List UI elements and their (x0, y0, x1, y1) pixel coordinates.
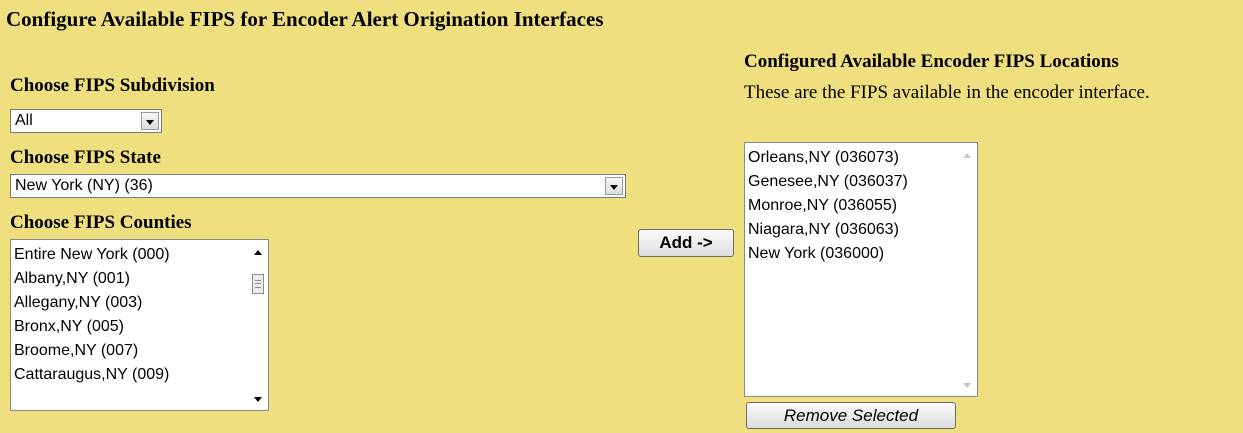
state-select[interactable]: New York (NY) (36) (10, 174, 626, 198)
configured-heading: Configured Available Encoder FIPS Locati… (744, 51, 1119, 72)
chevron-down-icon[interactable] (141, 112, 159, 130)
scroll-down-arrow-icon[interactable] (254, 397, 262, 402)
scroll-up-arrow-icon[interactable] (254, 250, 262, 255)
subdivision-label: Choose FIPS Subdivision (10, 75, 215, 96)
counties-label: Choose FIPS Counties (10, 212, 192, 233)
scrollbar-thumb[interactable] (252, 274, 264, 294)
chevron-down-icon[interactable] (605, 177, 623, 195)
page-title: Configure Available FIPS for Encoder Ale… (6, 7, 604, 31)
configured-list-item[interactable]: Genesee,NY (036037) (748, 170, 908, 194)
configured-list-item[interactable]: Niagara,NY (036063) (748, 218, 908, 242)
counties-scrollbar[interactable] (250, 241, 267, 409)
county-list-item[interactable]: Cattaraugus,NY (009) (14, 363, 170, 387)
scroll-down-arrow-icon[interactable] (963, 383, 971, 388)
subdivision-select[interactable]: All (10, 109, 162, 133)
configured-scrollbar[interactable] (959, 144, 976, 395)
configured-list-item[interactable]: Orleans,NY (036073) (748, 146, 908, 170)
configured-fips-listbox[interactable]: Orleans,NY (036073) Genesee,NY (036037) … (744, 142, 978, 397)
subdivision-select-value: All (15, 112, 33, 129)
county-list-item[interactable]: Broome,NY (007) (14, 339, 170, 363)
county-list-item[interactable]: Entire New York (000) (14, 243, 170, 267)
remove-selected-button[interactable]: Remove Selected (746, 402, 956, 429)
county-list-item[interactable]: Allegany,NY (003) (14, 291, 170, 315)
scroll-up-arrow-icon[interactable] (963, 153, 971, 158)
county-list-item[interactable]: Albany,NY (001) (14, 267, 170, 291)
configured-list-item[interactable]: Monroe,NY (036055) (748, 194, 908, 218)
configured-list-item[interactable]: New York (036000) (748, 242, 908, 266)
configured-description: These are the FIPS available in the enco… (744, 82, 1150, 103)
state-select-value: New York (NY) (36) (15, 177, 153, 194)
county-list-item[interactable]: Bronx,NY (005) (14, 315, 170, 339)
add-button[interactable]: Add -> (638, 229, 734, 257)
counties-listbox[interactable]: Entire New York (000) Albany,NY (001) Al… (10, 239, 269, 411)
state-label: Choose FIPS State (10, 147, 161, 168)
